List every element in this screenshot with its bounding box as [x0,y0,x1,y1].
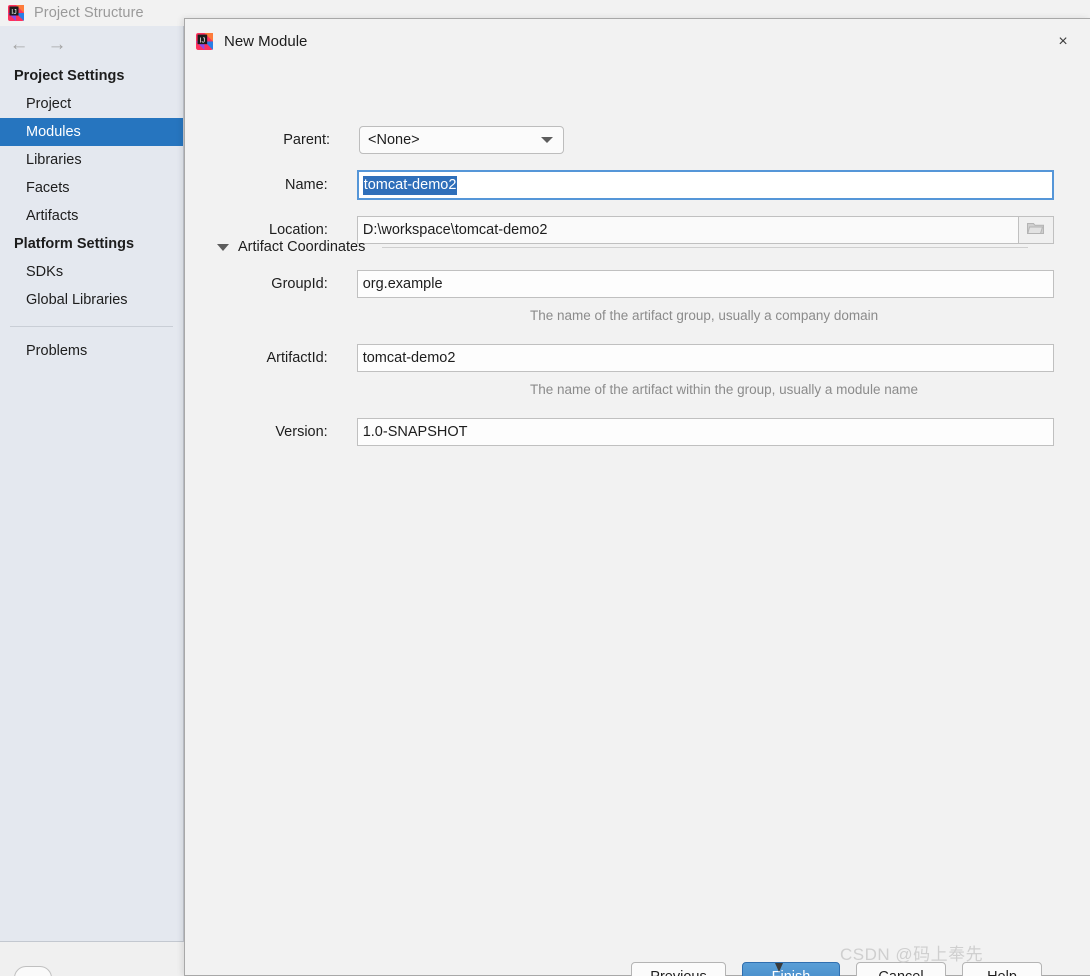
finish-button-label-rest: inish [781,969,811,976]
artifact-id-hint: The name of the artifact within the grou… [530,382,918,397]
sidebar-item-facets[interactable]: Facets [0,174,183,202]
artifact-id-field-row: ArtifactId: tomcat-demo2 [214,343,1054,373]
project-structure-title: Project Structure [34,5,144,21]
artifact-id-label: ArtifactId: [214,350,328,366]
sidebar-divider [10,326,173,327]
cancel-button-label: Cancel [878,969,923,976]
version-field-row: Version: 1.0-SNAPSHOT [214,417,1054,447]
chevron-down-icon [541,137,553,143]
parent-dropdown-value: <None> [368,132,420,148]
new-module-dialog: IJ New Module × Parent: <None> Name: tom… [184,18,1090,976]
previous-button-mnemonic: P [650,969,660,976]
section-separator [382,247,1028,248]
sidebar-navbar: ← → [0,26,183,62]
previous-button-label-rest: revious [660,969,707,976]
sidebar-item-modules[interactable]: Modules [0,118,183,146]
svg-text:IJ: IJ [199,35,205,44]
name-input-value: tomcat-demo2 [363,176,458,195]
cancel-button[interactable]: Cancel [856,962,946,976]
sidebar-item-global-libraries[interactable]: Global Libraries [0,286,183,314]
dialog-title: New Module [224,33,307,50]
screen: IJ Project Structure ← → Project Setting… [0,0,1090,976]
dialog-body: Parent: <None> Name: tomcat-demo2 Locati… [185,63,1090,937]
sidebar-item-problems[interactable]: Problems [0,337,183,365]
group-id-input-value: org.example [363,276,443,292]
name-field-row: Name: tomcat-demo2 [214,169,1054,201]
parent-label: Parent: [214,132,330,148]
finish-button[interactable]: Finish [742,962,840,976]
artifact-coordinates-title: Artifact Coordinates [238,239,365,255]
settings-sidebar: ← → Project Settings Project Modules Lib… [0,26,184,941]
intellij-idea-icon: IJ [196,33,213,50]
forward-arrow-icon[interactable]: → [44,31,70,57]
sidebar-item-project[interactable]: Project [0,90,183,118]
help-button[interactable]: Help [962,962,1042,976]
group-id-label: GroupId: [214,276,328,292]
close-icon[interactable]: × [1050,29,1076,55]
platform-settings-group: Platform Settings SDKs Global Libraries [0,230,183,314]
artifact-id-input-value: tomcat-demo2 [363,350,456,366]
parent-dropdown[interactable]: <None> [359,126,564,154]
previous-button[interactable]: Previous [631,962,726,976]
sidebar-item-libraries[interactable]: Libraries [0,146,183,174]
project-settings-group: Project Settings Project Modules Librari… [0,62,183,230]
version-input[interactable]: 1.0-SNAPSHOT [357,418,1054,446]
name-input[interactable]: tomcat-demo2 [357,170,1054,200]
sidebar-item-artifacts[interactable]: Artifacts [0,202,183,230]
parent-field-row: Parent: <None> [214,125,604,155]
name-label: Name: [214,177,328,193]
chevron-down-icon[interactable] [217,244,229,251]
section-header-project-settings: Project Settings [0,62,183,90]
mouse-cursor [775,963,783,972]
back-arrow-icon[interactable]: ← [6,31,32,57]
dialog-footer: Previous Finish Cancel Help [185,937,1090,976]
artifact-coordinates-section-header[interactable]: Artifact Coordinates [217,235,1057,259]
dialog-titlebar: IJ New Module × [185,19,1090,63]
artifact-id-input[interactable]: tomcat-demo2 [357,344,1054,372]
intellij-idea-icon: IJ [8,5,24,21]
svg-text:IJ: IJ [11,9,16,16]
version-label: Version: [214,424,328,440]
version-input-value: 1.0-SNAPSHOT [363,424,468,440]
sidebar-bottom-button[interactable] [14,966,52,976]
help-button-label: Help [987,969,1017,976]
group-id-input[interactable]: org.example [357,270,1054,298]
section-header-platform-settings: Platform Settings [0,230,183,258]
sidebar-item-sdks[interactable]: SDKs [0,258,183,286]
group-id-hint: The name of the artifact group, usually … [530,308,878,323]
group-id-field-row: GroupId: org.example [214,269,1054,299]
